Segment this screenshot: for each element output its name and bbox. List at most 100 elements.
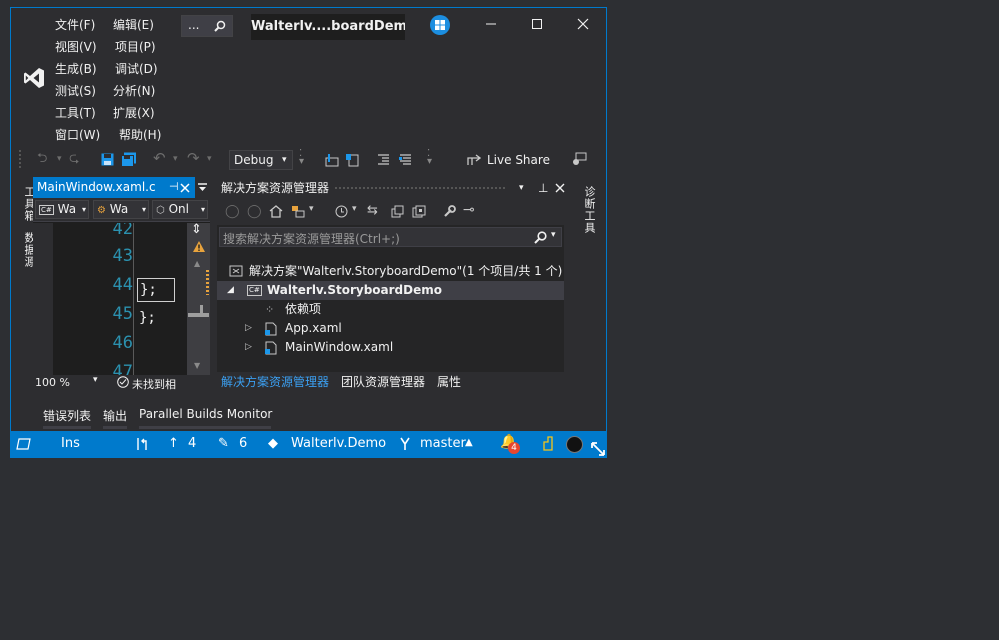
nav-back-dropdown-icon[interactable]: ▾ [57, 152, 62, 166]
redo-dropdown-icon[interactable]: ▾ [207, 152, 212, 166]
nav-back-icon[interactable]: ⮌ [37, 152, 47, 166]
split-icon[interactable]: ⇕ [191, 222, 202, 237]
parallel-builds-tab[interactable]: Parallel Builds Monitor [139, 407, 272, 421]
menu-view[interactable]: 视图(V) [55, 38, 97, 55]
tab-team-explorer[interactable]: 团队资源管理器 [341, 374, 425, 390]
pin-icon[interactable]: ⊥ [538, 177, 548, 199]
live-share-button[interactable]: Live Share [487, 153, 550, 167]
dependencies-icon: ⁘ [265, 303, 275, 316]
live-share-icon[interactable] [467, 153, 481, 166]
close-button[interactable] [568, 14, 598, 36]
forward-icon[interactable]: ◯ [247, 204, 262, 219]
insert-mode[interactable]: Ins [61, 436, 80, 452]
show-code-icon[interactable] [345, 153, 359, 167]
menu-help[interactable]: 帮助(H) [119, 126, 161, 143]
pending-changes-icon[interactable] [335, 205, 348, 218]
feedback-icon[interactable] [571, 152, 587, 167]
pin-icon[interactable]: ⊣ [169, 180, 179, 193]
back-icon[interactable]: ◯ [225, 204, 240, 219]
configuration-dropdown[interactable]: Debug ▾ [229, 150, 293, 170]
project-nav-dropdown[interactable]: C# Wa ▾ [35, 200, 89, 219]
nav-forward-icon[interactable]: ⮎ [69, 152, 79, 166]
menu-test[interactable]: 测试(S) [55, 82, 96, 99]
output-tab[interactable]: 输出 [103, 407, 127, 424]
branch-icon [400, 437, 410, 450]
tree-item-app-xaml[interactable]: ▷ App.xaml [217, 319, 564, 338]
tab-properties[interactable]: 属性 [437, 374, 461, 390]
menu-window[interactable]: 窗口(W) [55, 126, 100, 143]
tree-item-mainwindow-xaml[interactable]: ▷ MainWindow.xaml [217, 338, 564, 357]
repository-name[interactable]: Walterlv.Demo [291, 436, 386, 452]
vertical-scrollbar[interactable]: ⇕ ▲ ▼ [187, 222, 210, 375]
maximize-button[interactable] [522, 14, 552, 36]
chevron-down-icon[interactable]: ▾ [352, 204, 357, 214]
resize-grip-icon[interactable] [590, 441, 606, 457]
tab-underline [103, 426, 127, 429]
code-line[interactable]: }; [137, 307, 175, 331]
member-nav-dropdown[interactable]: ⬡ Onl ▾ [152, 200, 208, 219]
changes-count[interactable]: 6 [239, 436, 247, 452]
menu-debug[interactable]: 调试(D) [115, 60, 158, 77]
save-icon[interactable] [101, 153, 114, 166]
toolbar-overflow-icon[interactable]: ⁚ ▾ [299, 149, 304, 167]
scroll-markers [206, 270, 209, 295]
home-icon[interactable] [269, 205, 283, 218]
tree-item-dependencies[interactable]: ⁘ 依赖项 [217, 300, 564, 319]
scroll-down-icon[interactable]: ▼ [194, 361, 200, 370]
solution-node[interactable]: 解决方案"Walterlv.StoryboardDemo"(1 个项目/共 1 … [217, 262, 564, 281]
type-nav-dropdown[interactable]: ⚙ Wa ▾ [93, 200, 149, 219]
feedback-person-icon[interactable] [542, 436, 556, 452]
menu-project[interactable]: 项目(P) [115, 38, 156, 55]
title-grip [335, 187, 505, 190]
switch-views-icon[interactable] [291, 205, 305, 218]
close-tab-icon[interactable] [180, 183, 190, 193]
solution-search-input[interactable]: 搜索解决方案资源管理器(Ctrl+;) ▾ [219, 227, 562, 247]
chevron-down-icon[interactable]: ▾ [519, 177, 524, 199]
collapse-all-icon[interactable] [391, 205, 404, 218]
chevron-down-icon[interactable]: ▾ [93, 375, 98, 385]
diagnostics-tab[interactable]: 诊断工具 [581, 186, 597, 234]
toolbar-grip[interactable] [19, 150, 22, 168]
minimize-button[interactable] [476, 14, 506, 36]
collapsed-icon[interactable]: ▷ [245, 338, 252, 357]
properties-icon[interactable] [443, 205, 456, 218]
tab-overflow-button[interactable] [195, 177, 210, 198]
account-avatar[interactable] [566, 436, 583, 453]
sync-icon[interactable]: ⇆ [367, 203, 378, 218]
indent-icon[interactable] [377, 153, 390, 166]
scroll-thumb[interactable] [188, 313, 209, 317]
branch-menu-icon[interactable]: ▲ [465, 435, 473, 451]
pull-request-icon[interactable] [135, 437, 149, 452]
menu-build[interactable]: 生成(B) [55, 60, 97, 77]
tab-solution-explorer[interactable]: 解决方案资源管理器 [221, 374, 329, 390]
save-all-icon[interactable] [121, 152, 137, 167]
menu-edit[interactable]: 编辑(E) [113, 16, 154, 33]
chevron-down-icon[interactable]: ▾ [551, 230, 556, 240]
error-list-tab[interactable]: 错误列表 [43, 407, 91, 424]
solution-icon [229, 265, 243, 277]
chevron-down-icon[interactable]: ▾ [309, 204, 314, 214]
menu-analyze[interactable]: 分析(N) [113, 82, 155, 99]
code-line[interactable]: }; [137, 278, 175, 302]
project-node[interactable]: ◢ C# Walterlv.StoryboardDemo [217, 281, 564, 300]
zoom-level[interactable]: 100 % [35, 376, 70, 389]
redo-icon[interactable]: ↷ [187, 151, 200, 166]
collapsed-icon[interactable]: ▷ [245, 319, 252, 338]
menu-extensions[interactable]: 扩展(X) [113, 104, 155, 121]
unpushed-commits-count[interactable]: 4 [188, 436, 196, 452]
branch-name[interactable]: master [420, 436, 466, 452]
undo-icon[interactable]: ↶ [153, 151, 166, 166]
menu-tools[interactable]: 工具(T) [55, 104, 96, 121]
undo-dropdown-icon[interactable]: ▾ [173, 152, 178, 166]
step-into-icon[interactable] [325, 153, 339, 167]
search-box[interactable]: ... [181, 15, 233, 37]
close-icon[interactable] [555, 183, 565, 193]
show-all-files-icon[interactable] [412, 205, 426, 218]
scroll-up-icon[interactable]: ▲ [194, 259, 200, 268]
menu-file[interactable]: 文件(F) [55, 16, 95, 33]
preview-icon[interactable]: ⊸ [463, 202, 475, 218]
windows-logo-icon[interactable] [429, 14, 451, 36]
expanded-icon[interactable]: ◢ [227, 281, 234, 300]
toolbar-overflow-icon[interactable]: ⁚ ▾ [427, 149, 432, 167]
comment-icon[interactable] [399, 153, 412, 166]
